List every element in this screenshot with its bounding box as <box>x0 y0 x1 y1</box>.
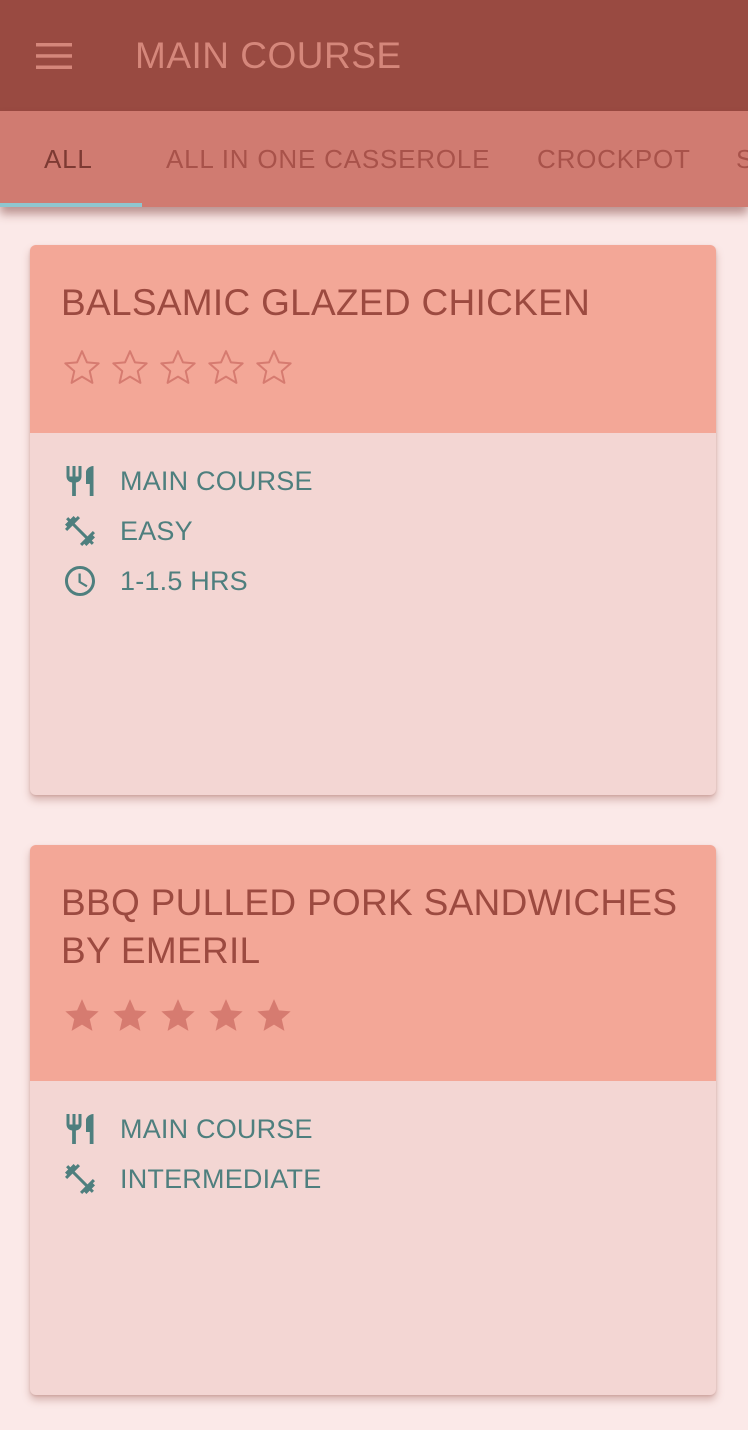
star-outline-icon <box>110 347 158 387</box>
star-outline-icon <box>254 347 302 387</box>
tab-partial[interactable]: S <box>736 111 748 207</box>
hamburger-menu-icon <box>35 42 73 70</box>
recipe-category-row: MAIN COURSE <box>62 463 313 499</box>
recipe-category: MAIN COURSE <box>120 465 313 496</box>
fork-knife-icon <box>62 463 98 499</box>
star-filled-icon <box>206 995 254 1035</box>
clock-icon <box>62 563 98 599</box>
star-rating <box>62 347 302 387</box>
star-rating <box>62 995 302 1035</box>
recipe-category: MAIN COURSE <box>120 1113 313 1144</box>
tab-indicator <box>0 203 142 207</box>
recipe-card-header: BALSAMIC GLAZED CHICKEN <box>30 245 716 433</box>
recipe-time-row: 1-1.5 HRS <box>62 563 248 599</box>
recipe-title: BBQ PULLED PORK SANDWICHES BY EMERIL <box>61 882 678 971</box>
star-filled-icon <box>110 995 158 1035</box>
recipe-time: 1-1.5 HRS <box>120 565 248 596</box>
recipe-difficulty: INTERMEDIATE <box>120 1163 322 1194</box>
fork-knife-icon <box>62 1111 98 1147</box>
recipe-difficulty-row: EASY <box>62 513 193 549</box>
tab-bar: ALL ALL IN ONE CASSEROLE CROCKPOT S <box>0 111 748 207</box>
star-filled-icon <box>254 995 302 1035</box>
tab-crockpot[interactable]: CROCKPOT <box>537 111 691 207</box>
recipe-title: BALSAMIC GLAZED CHICKEN <box>61 282 591 323</box>
star-outline-icon <box>206 347 254 387</box>
star-filled-icon <box>62 995 110 1035</box>
star-outline-icon <box>62 347 110 387</box>
dumbbell-icon <box>62 513 98 549</box>
recipe-card[interactable]: BBQ PULLED PORK SANDWICHES BY EMERIL MAI… <box>30 845 716 1395</box>
recipe-difficulty: EASY <box>120 515 193 546</box>
recipe-category-row: MAIN COURSE <box>62 1111 313 1147</box>
page-title: MAIN COURSE <box>135 35 402 76</box>
recipe-card[interactable]: BALSAMIC GLAZED CHICKEN MAIN COURSE EASY… <box>30 245 716 795</box>
star-filled-icon <box>158 995 206 1035</box>
star-outline-icon <box>158 347 206 387</box>
tab-all-in-one-casserole[interactable]: ALL IN ONE CASSEROLE <box>166 111 490 207</box>
app-bar: MAIN COURSE <box>0 0 748 111</box>
tab-all[interactable]: ALL <box>44 111 93 207</box>
menu-button[interactable] <box>22 28 86 84</box>
recipe-card-header: BBQ PULLED PORK SANDWICHES BY EMERIL <box>30 845 716 1081</box>
recipe-difficulty-row: INTERMEDIATE <box>62 1161 321 1197</box>
dumbbell-icon <box>62 1161 98 1197</box>
